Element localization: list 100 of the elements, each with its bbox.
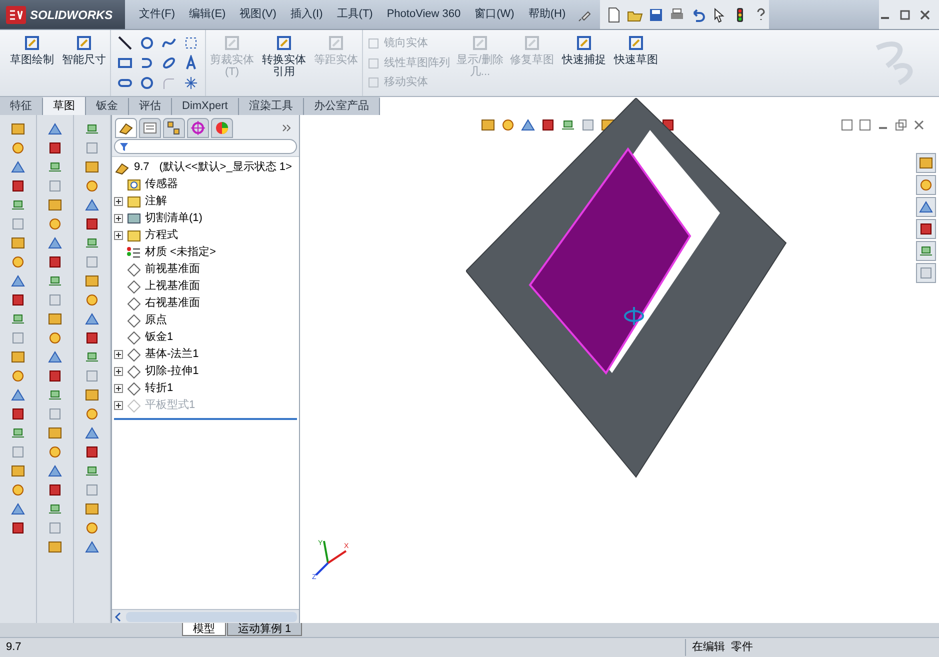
tile-icon[interactable] (859, 119, 871, 131)
toolbar-tool-icon[interactable] (10, 235, 26, 251)
text-icon[interactable] (183, 55, 199, 71)
toolbar-tool-icon[interactable] (47, 254, 63, 270)
close-icon[interactable] (913, 119, 925, 131)
toolbar-tool-icon[interactable] (10, 387, 26, 403)
expand-icon[interactable] (114, 384, 123, 393)
expand-icon[interactable] (114, 231, 123, 240)
appearance-tab-icon[interactable] (214, 120, 230, 136)
toolbar-tool-icon[interactable] (10, 501, 26, 517)
menu-item[interactable]: 编辑(E) (183, 6, 232, 23)
close-icon[interactable] (919, 8, 931, 20)
toolbar-tool-icon[interactable] (47, 140, 63, 156)
toolbar-tool-icon[interactable] (47, 482, 63, 498)
toolbar-tool-icon[interactable] (47, 349, 63, 365)
toolbar-tool-icon[interactable] (10, 368, 26, 384)
toolbar-tool-icon[interactable] (47, 311, 63, 327)
menu-item[interactable]: PhotoView 360 (380, 6, 467, 23)
tree-item[interactable]: 右视基准面 (145, 295, 200, 312)
toolbar-tool-icon[interactable] (47, 368, 63, 384)
expand-icon[interactable] (114, 350, 123, 359)
toolbar-tool-icon[interactable] (84, 539, 100, 555)
ribbon-command[interactable]: 草图绘制 (6, 30, 58, 96)
tree-item[interactable]: 材质 <未指定> (145, 244, 216, 261)
expand-icon[interactable] (114, 197, 123, 206)
toolbar-tool-icon[interactable] (47, 330, 63, 346)
ribbon-command[interactable]: 快速草图 (610, 30, 662, 96)
toolbar-tool-icon[interactable] (10, 482, 26, 498)
toolbar-tool-icon[interactable] (47, 463, 63, 479)
menu-item[interactable]: 帮助(H) (522, 6, 572, 23)
tree-item[interactable]: 切割清单(1) (145, 210, 202, 227)
menu-item[interactable]: 视图(V) (234, 6, 282, 23)
toolbar-tool-icon[interactable] (10, 140, 26, 156)
toolbar-tool-icon[interactable] (84, 159, 100, 175)
properties-tab-icon[interactable] (142, 120, 158, 136)
menu-item[interactable]: 工具(T) (330, 6, 379, 23)
tile-icon[interactable] (841, 119, 853, 131)
tree-item[interactable]: 传感器 (145, 176, 178, 193)
tree-item[interactable]: 注解 (145, 193, 167, 210)
menu-item[interactable]: 插入(I) (284, 6, 329, 23)
maximize-icon[interactable] (899, 8, 911, 20)
toolbar-tool-icon[interactable] (84, 273, 100, 289)
toolbar-tool-icon[interactable] (84, 406, 100, 422)
restore-icon[interactable] (895, 119, 907, 131)
toolbar-tool-icon[interactable] (84, 444, 100, 460)
crosshair-tab-icon[interactable] (190, 120, 206, 136)
tree-item[interactable]: 原点 (145, 312, 167, 329)
toolbar-tool-icon[interactable] (84, 425, 100, 441)
toolbar-tool-icon[interactable] (84, 178, 100, 194)
tree-item[interactable]: 钣金1 (145, 329, 174, 346)
toolbar-tool-icon[interactable] (47, 444, 63, 460)
tree-item[interactable]: 上视基准面 (145, 278, 200, 295)
toolbar-tool-icon[interactable] (84, 292, 100, 308)
toolbar-tool-icon[interactable] (10, 520, 26, 536)
ribbon-tab[interactable]: 草图 (43, 97, 86, 115)
tree-item[interactable]: 基体-法兰1 (145, 346, 199, 363)
document-tab[interactable]: 运动算例 1 (227, 623, 302, 636)
toolbar-tool-icon[interactable] (84, 216, 100, 232)
menu-item[interactable]: 窗口(W) (468, 6, 520, 23)
toolbar-tool-icon[interactable] (47, 216, 63, 232)
point-icon[interactable] (183, 75, 199, 91)
tree-item[interactable]: 方程式 (145, 227, 178, 244)
save-icon[interactable] (648, 6, 664, 22)
toolbar-tool-icon[interactable] (10, 273, 26, 289)
tree-item[interactable]: 前视基准面 (145, 261, 200, 278)
tree-item[interactable]: 转折1 (145, 380, 174, 397)
line-icon[interactable] (117, 35, 133, 51)
ribbon-command[interactable]: 智能尺寸 (58, 30, 110, 96)
ribbon-command[interactable]: 快速捕捉 (558, 30, 610, 96)
toolbar-tool-icon[interactable] (84, 197, 100, 213)
filter-field[interactable] (114, 139, 297, 154)
ellipse-icon[interactable] (161, 55, 177, 71)
toolbar-tool-icon[interactable] (84, 501, 100, 517)
toolbar-tool-icon[interactable] (84, 387, 100, 403)
toolbar-tool-icon[interactable] (10, 121, 26, 137)
toolbar-tool-icon[interactable] (10, 178, 26, 194)
new-document-icon[interactable] (606, 6, 622, 22)
expand-icon[interactable] (114, 214, 123, 223)
toolbar-tool-icon[interactable] (47, 539, 63, 555)
construction-grid-icon[interactable] (183, 35, 199, 51)
configuration-tab-icon[interactable] (166, 120, 182, 136)
toolbar-tool-icon[interactable] (47, 425, 63, 441)
toolbar-tool-icon[interactable] (84, 311, 100, 327)
toolbar-tool-icon[interactable] (10, 292, 26, 308)
toolbar-tool-icon[interactable] (10, 463, 26, 479)
toolbar-tool-icon[interactable] (10, 406, 26, 422)
rectangle-icon[interactable] (117, 55, 133, 71)
horizontal-scrollbar[interactable] (112, 609, 299, 623)
toolbar-tool-icon[interactable] (10, 159, 26, 175)
toolbar-tool-icon[interactable] (47, 121, 63, 137)
expand-chevron-icon[interactable] (282, 123, 292, 133)
toolbar-tool-icon[interactable] (47, 235, 63, 251)
polygon-icon[interactable] (139, 75, 155, 91)
menu-item[interactable]: 文件(F) (133, 6, 182, 23)
tree-item[interactable]: 切除-拉伸1 (145, 363, 199, 380)
circle-icon[interactable] (139, 35, 155, 51)
toolbar-tool-icon[interactable] (10, 349, 26, 365)
ribbon-command[interactable]: 转换实体引用 (258, 30, 310, 96)
arc-icon[interactable] (139, 55, 155, 71)
toolbar-tool-icon[interactable] (10, 254, 26, 270)
